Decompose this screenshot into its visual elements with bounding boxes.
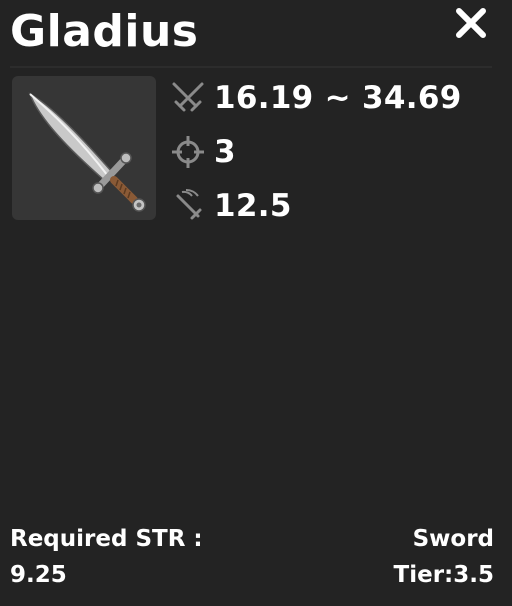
range-value: 3: [214, 134, 236, 170]
crosshair-icon: [172, 136, 204, 168]
header-divider: [10, 66, 492, 68]
close-icon: [456, 8, 486, 38]
stat-speed: 12.5: [170, 184, 292, 228]
required-str-value: 9.25: [10, 562, 67, 588]
sword-icon: [28, 92, 146, 212]
crossed-swords-icon: [172, 82, 204, 112]
item-tier: Tier:3.5: [393, 562, 494, 588]
stat-damage: 16.19 ~ 34.69: [170, 76, 462, 120]
required-str-label: Required STR :: [10, 526, 203, 552]
item-title: Gladius: [10, 6, 199, 57]
speed-value: 12.5: [214, 188, 292, 224]
item-info-panel: Gladius 16.19 ~ 34.69 3 12.5 Required ST…: [0, 0, 512, 606]
stat-range: 3: [170, 130, 236, 174]
swift-sword-icon: [176, 189, 202, 220]
item-type: Sword: [412, 526, 494, 552]
item-image-frame: [12, 76, 156, 220]
damage-value: 16.19 ~ 34.69: [214, 80, 462, 116]
close-button[interactable]: [454, 6, 488, 40]
